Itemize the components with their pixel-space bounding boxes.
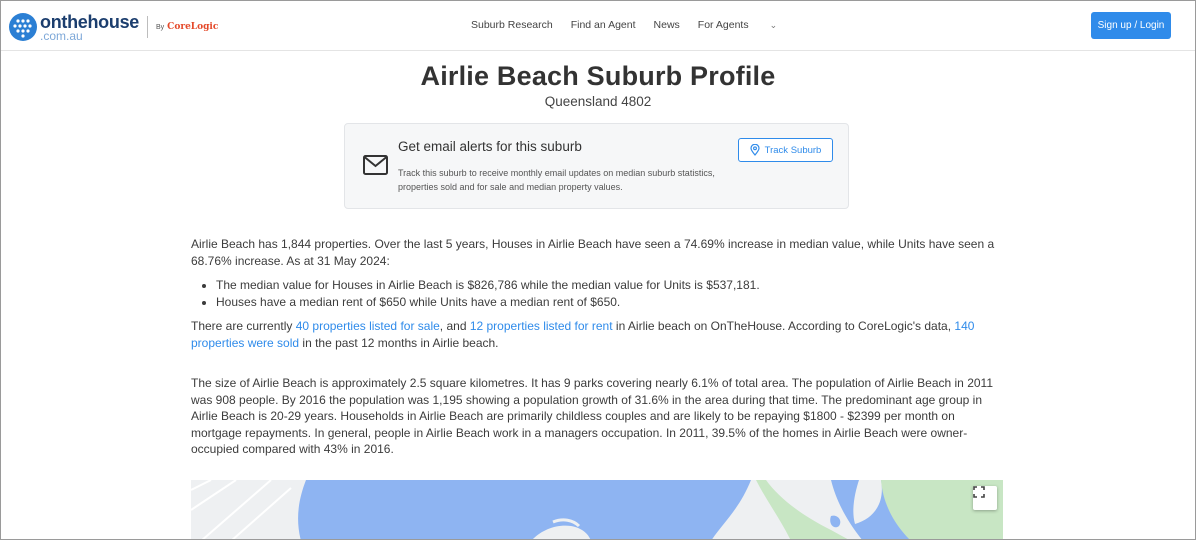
browser-viewport: onthehouse .com.au By CoreLogic Suburb R… — [0, 0, 1196, 540]
nav-suburb-research[interactable]: Suburb Research — [471, 19, 553, 31]
mail-icon — [363, 155, 388, 180]
properties-for-sale-link[interactable]: 40 properties listed for sale — [296, 319, 440, 333]
nav-for-agents-label: For Agents — [697, 19, 749, 31]
page-subtitle: Queensland 4802 — [544, 94, 652, 109]
corelogic-brand: CoreLogic — [167, 22, 219, 32]
by-label: By — [156, 23, 165, 31]
track-suburb-label: Track Suburb — [764, 144, 822, 156]
nav-find-an-agent[interactable]: Find an Agent — [571, 19, 636, 31]
listings-paragraph: There are currently 40 properties listed… — [191, 319, 975, 350]
corelogic-badge: By CoreLogic — [156, 22, 218, 32]
alert-heading: Get email alerts for this suburb — [398, 139, 582, 154]
logo-wordmark: onthehouse — [40, 11, 139, 32]
track-suburb-button[interactable]: Track Suburb — [738, 138, 833, 162]
fullscreen-button[interactable] — [973, 486, 997, 510]
logo-divider — [147, 16, 148, 38]
main-nav: Suburb Research Find an Agent News For A… — [471, 19, 813, 31]
list-item: Houses have a median rent of $650 while … — [216, 294, 1006, 311]
stats-list: The median value for Houses in Airlie Be… — [216, 277, 1006, 310]
demographics-paragraph: The size of Airlie Beach is approximatel… — [191, 376, 993, 456]
logo-globe-icon — [9, 13, 37, 41]
chevron-down-icon: ⌄ — [769, 20, 778, 30]
page-title: Airlie Beach Suburb Profile — [420, 61, 776, 91]
list-item: The median value for Houses in Airlie Be… — [216, 277, 1006, 294]
email-alert-card: Get email alerts for this suburb Track t… — [344, 123, 849, 209]
suburb-map[interactable] — [191, 480, 1003, 539]
nav-news[interactable]: News — [654, 19, 680, 31]
site-header: onthehouse .com.au By CoreLogic Suburb R… — [1, 1, 1195, 51]
intro-paragraph: Airlie Beach has 1,844 properties. Over … — [191, 237, 995, 268]
alert-description: Track this suburb to receive monthly ema… — [398, 168, 715, 192]
site-logo[interactable]: onthehouse .com.au By CoreLogic — [9, 12, 218, 42]
fullscreen-icon — [973, 486, 985, 498]
properties-for-rent-link[interactable]: 12 properties listed for rent — [470, 319, 613, 333]
nav-for-agents[interactable]: For Agents ⌄ — [698, 19, 795, 31]
signup-login-button[interactable]: Sign up / Login — [1091, 12, 1171, 39]
suburb-description: Airlie Beach has 1,844 properties. Over … — [191, 236, 1006, 458]
map-pin-icon — [750, 144, 760, 156]
